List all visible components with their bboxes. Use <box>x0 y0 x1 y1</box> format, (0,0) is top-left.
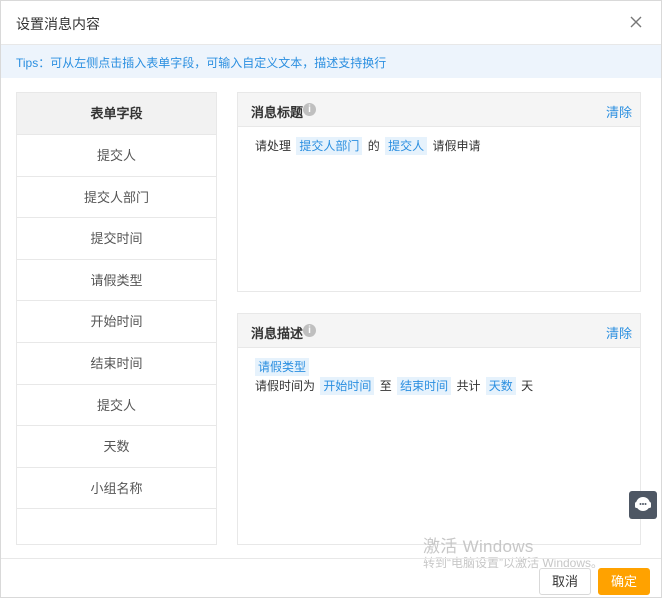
chat-support-icon[interactable] <box>629 491 657 519</box>
message-title-panel: 消息标题 i 清除 请处理 提交人部门 的 提交人 请假申请 <box>237 92 641 292</box>
form-fields-header: 表单字段 <box>17 93 216 135</box>
desc-text: 至 <box>379 379 392 393</box>
desc-tag-leave-type[interactable]: 请假类型 <box>255 358 310 376</box>
cancel-button[interactable]: 取消 <box>539 568 591 595</box>
desc-text: 天 <box>521 379 534 393</box>
field-item-start-time[interactable]: 开始时间 <box>17 301 216 343</box>
field-item-submit-time[interactable]: 提交时间 <box>17 218 216 260</box>
field-item-submitter[interactable]: 提交人 <box>17 135 216 177</box>
message-settings-dialog: 设置消息内容 Tips：可从左侧点击插入表单字段，可输入自定义文本，描述支持换行… <box>0 0 662 598</box>
desc-tag-days[interactable]: 天数 <box>485 377 516 395</box>
desc-line-2: 请假时间为 开始时间 至 结束时间 共计 天数 天 <box>255 377 623 396</box>
field-item-days[interactable]: 天数 <box>17 426 216 468</box>
desc-text: 共计 <box>456 379 481 393</box>
clear-desc-link[interactable]: 清除 <box>606 323 632 342</box>
message-desc-label: 消息描述 <box>251 326 304 341</box>
info-icon[interactable]: i <box>303 103 316 116</box>
field-item-leave-type[interactable]: 请假类型 <box>17 260 216 302</box>
clear-title-link[interactable]: 清除 <box>606 102 632 121</box>
close-icon[interactable] <box>625 11 647 33</box>
dialog-title: 设置消息内容 <box>16 16 100 32</box>
message-title-editor[interactable]: 请处理 提交人部门 的 提交人 请假申请 <box>238 127 640 166</box>
message-title-header: 消息标题 i 清除 <box>238 93 640 127</box>
desc-text: 请假时间为 <box>255 379 316 393</box>
tips-banner: Tips：可从左侧点击插入表单字段，可输入自定义文本，描述支持换行 <box>1 45 661 78</box>
title-text: 请处理 <box>255 139 292 153</box>
dialog-header: 设置消息内容 <box>1 1 661 45</box>
desc-line-1: 请假类型 <box>255 358 623 377</box>
field-item-submitter-2[interactable]: 提交人 <box>17 385 216 427</box>
field-item-end-time[interactable]: 结束时间 <box>17 343 216 385</box>
info-icon[interactable]: i <box>303 324 316 337</box>
title-text: 请假申请 <box>432 139 481 153</box>
dialog-footer: 取消 确定 <box>1 558 661 598</box>
confirm-button[interactable]: 确定 <box>598 568 650 595</box>
title-tag-submitter-dept[interactable]: 提交人部门 <box>296 137 363 155</box>
field-item-submitter-dept[interactable]: 提交人部门 <box>17 177 216 219</box>
title-tag-submitter[interactable]: 提交人 <box>385 137 428 155</box>
field-item-group-name[interactable]: 小组名称 <box>17 468 216 510</box>
desc-tag-end-time[interactable]: 结束时间 <box>397 377 452 395</box>
message-title-label: 消息标题 <box>251 105 304 120</box>
message-desc-panel: 消息描述 i 清除 请假类型 请假时间为 开始时间 至 结束时间 共计 天数 天 <box>237 313 641 545</box>
message-desc-editor[interactable]: 请假类型 请假时间为 开始时间 至 结束时间 共计 天数 天 <box>238 348 640 406</box>
form-fields-list: 表单字段 提交人 提交人部门 提交时间 请假类型 开始时间 结束时间 提交人 天… <box>16 92 217 545</box>
message-desc-header: 消息描述 i 清除 <box>238 314 640 348</box>
title-text: 的 <box>367 139 380 153</box>
desc-tag-start-time[interactable]: 开始时间 <box>320 377 375 395</box>
